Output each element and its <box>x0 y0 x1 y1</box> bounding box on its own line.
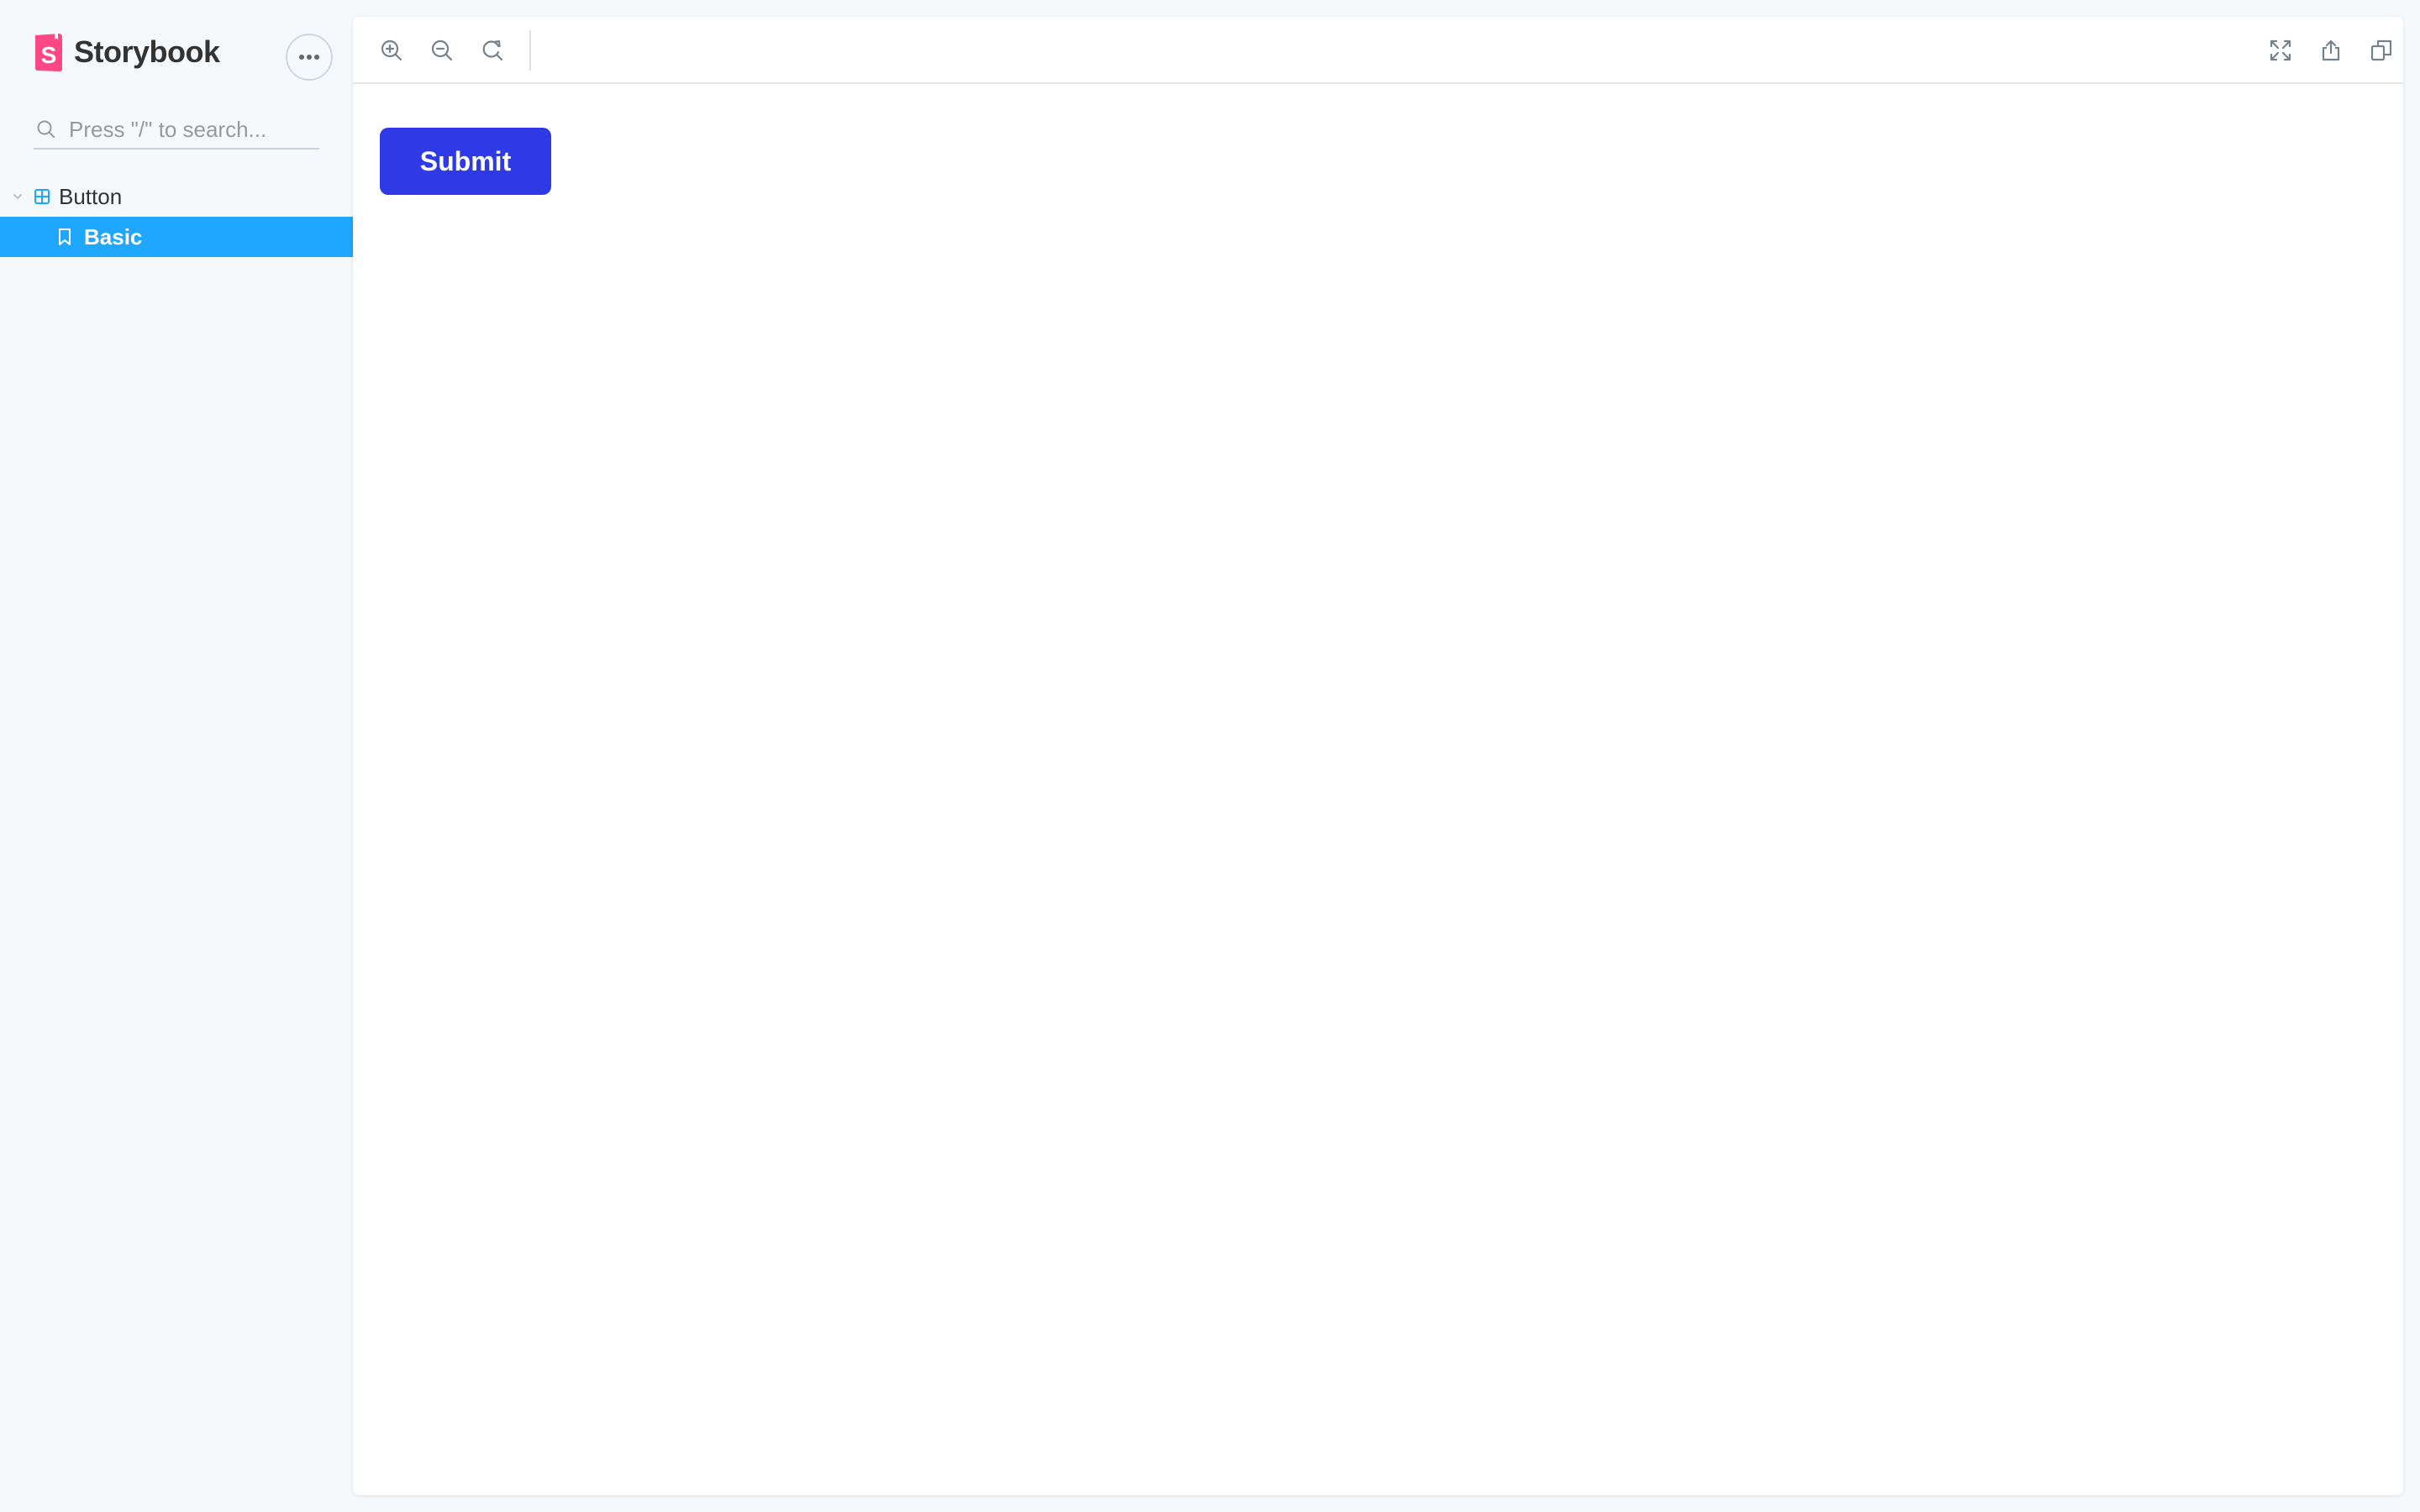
tree-item-button[interactable]: Button <box>0 178 353 215</box>
brand-name: Storybook <box>74 34 220 69</box>
preview-panel: Submit <box>353 17 2403 1495</box>
search-input[interactable] <box>69 116 313 143</box>
component-icon <box>34 189 50 204</box>
menu-button[interactable] <box>286 34 333 81</box>
search-icon <box>37 120 55 138</box>
zoom-out-button[interactable] <box>425 34 459 67</box>
sidebar: S Storybook Button <box>0 0 353 1512</box>
search-box <box>34 111 319 150</box>
fullscreen-button[interactable] <box>2264 34 2297 67</box>
share-icon <box>2322 39 2340 61</box>
fullscreen-icon <box>2270 39 2291 61</box>
story-tree: Button Basic <box>0 178 353 257</box>
svg-text:S: S <box>41 42 57 68</box>
zoom-out-icon <box>431 39 453 61</box>
brand[interactable]: S Storybook <box>34 32 220 72</box>
zoom-reset-icon <box>482 39 503 61</box>
bookmark-icon <box>59 228 71 245</box>
tree-item-label: Button <box>59 183 123 209</box>
storybook-logo-icon: S <box>35 34 62 71</box>
submit-button[interactable]: Submit <box>380 128 551 195</box>
copy-button[interactable] <box>2365 34 2398 67</box>
story-canvas: Submit <box>353 86 2403 1495</box>
copy-icon <box>2370 39 2392 61</box>
zoom-reset-button[interactable] <box>476 34 509 67</box>
toolbar-divider <box>529 30 531 71</box>
zoom-in-icon <box>381 39 402 61</box>
share-button[interactable] <box>2314 34 2348 67</box>
chevron-down-icon <box>13 194 22 200</box>
story-label: Basic <box>84 223 143 249</box>
toolbar <box>353 17 2403 84</box>
zoom-in-button[interactable] <box>375 34 408 67</box>
tree-item-basic-story[interactable]: Basic <box>0 217 353 257</box>
ellipsis-icon <box>299 55 319 60</box>
